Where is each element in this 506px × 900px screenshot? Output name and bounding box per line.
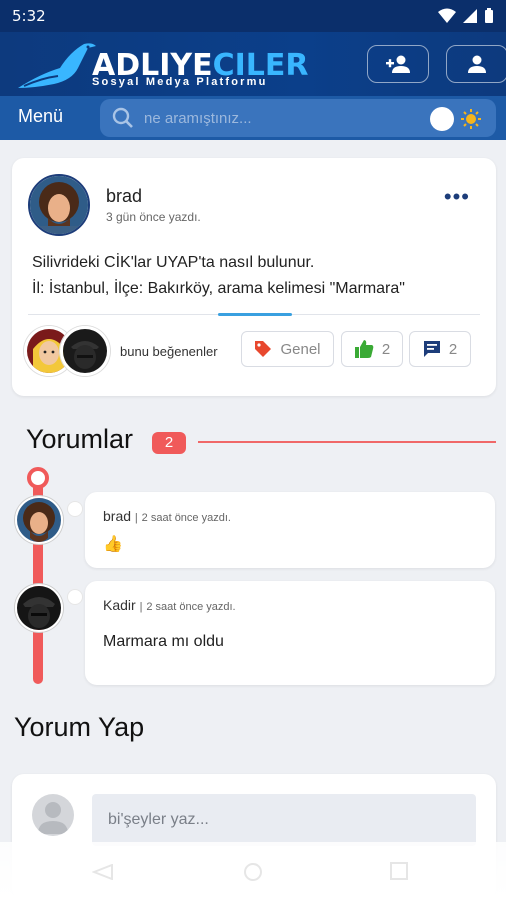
system-nav-bar <box>0 842 506 900</box>
comment-body: 👍 <box>103 536 123 553</box>
comment-card: brad | 2 saat önce yazdı. 👍 <box>85 492 495 568</box>
battery-icon <box>485 8 493 23</box>
current-user-avatar <box>32 794 74 836</box>
post-body-line: Silivrideki CİK'lar UYAP'ta nasıl bulunu… <box>32 254 315 271</box>
thumbs-up-icon <box>354 340 374 358</box>
comment-button[interactable]: 2 <box>409 331 471 367</box>
theme-toggle[interactable] <box>426 106 482 132</box>
more-options-icon[interactable]: ••• <box>444 186 470 208</box>
profile-button[interactable] <box>446 45 506 83</box>
home-icon[interactable] <box>243 862 263 882</box>
signal-icon <box>463 9 477 23</box>
post-body-line: İl: İstanbul, İlçe: Bakırköy, arama keli… <box>32 280 405 297</box>
category-label: Genel <box>280 340 321 358</box>
comment-meta: brad | 2 saat önce yazdı. <box>103 508 231 524</box>
post-card: brad 3 gün önce yazdı. ••• Silivrideki C… <box>12 158 496 396</box>
comment-input[interactable] <box>92 794 476 846</box>
comment-avatar[interactable] <box>15 584 63 632</box>
comment-count: 2 <box>448 340 458 358</box>
tag-icon <box>255 341 272 357</box>
sun-icon <box>461 109 481 129</box>
app-header: ADLIYECILER Sosyal Medya Platformu <box>0 32 506 96</box>
search-input[interactable] <box>144 109 404 127</box>
add-user-button[interactable] <box>367 45 429 83</box>
title-line <box>198 441 496 443</box>
comment-body: Marmara mı oldu <box>103 633 224 650</box>
divider-accent <box>218 313 292 316</box>
toggle-knob <box>430 107 454 131</box>
post-author[interactable]: brad <box>106 186 142 207</box>
likers-label: bunu beğenenler <box>120 344 218 359</box>
wifi-icon <box>438 8 456 23</box>
timeline-dot <box>68 502 82 516</box>
like-button[interactable]: 2 <box>341 331 403 367</box>
add-user-icon <box>386 55 410 73</box>
comments-title: Yorumlar <box>26 424 134 454</box>
post-body: Silivrideki CİK'lar UYAP'ta nasıl bulunu… <box>32 250 405 302</box>
post-author-avatar[interactable] <box>28 174 90 236</box>
search-icon <box>112 107 133 128</box>
status-time: 5:32 <box>12 7 46 25</box>
search-box <box>100 99 496 137</box>
comment-time: 2 saat önce yazdı. <box>146 601 236 613</box>
status-bar: 5:32 <box>0 0 506 32</box>
comment-icon <box>423 341 440 357</box>
comment-card: Kadir | 2 saat önce yazdı. Marmara mı ol… <box>85 581 495 685</box>
like-count: 2 <box>381 340 391 358</box>
comment-meta: Kadir | 2 saat önce yazdı. <box>103 597 236 613</box>
user-icon <box>468 55 486 73</box>
comment-time: 2 saat önce yazdı. <box>141 512 231 524</box>
comment-count-badge: 2 <box>152 432 186 454</box>
post-time: 3 gün önce yazdı. <box>106 210 201 224</box>
brand-tagline: Sosyal Medya Platformu <box>92 76 268 88</box>
bird-logo-icon <box>18 43 96 88</box>
likers-avatars[interactable] <box>24 326 114 378</box>
comment-avatar[interactable] <box>15 496 63 544</box>
comment-author[interactable]: Kadir <box>103 597 136 613</box>
comment-separator: | <box>134 512 138 524</box>
comment-separator: | <box>139 601 143 613</box>
liker-avatar <box>60 326 110 376</box>
app-logo[interactable]: ADLIYECILER Sosyal Medya Platformu <box>14 36 314 92</box>
menu-button[interactable]: Menü <box>18 106 63 127</box>
category-chip[interactable]: Genel <box>241 331 334 367</box>
status-icons <box>438 8 494 24</box>
back-icon[interactable] <box>92 864 114 880</box>
search-bar: Menü <box>0 96 506 140</box>
recents-icon[interactable] <box>390 862 408 880</box>
timeline-dot <box>68 590 82 604</box>
compose-title: Yorum Yap <box>14 712 145 742</box>
timeline-start <box>27 467 49 489</box>
comment-author[interactable]: brad <box>103 508 131 524</box>
